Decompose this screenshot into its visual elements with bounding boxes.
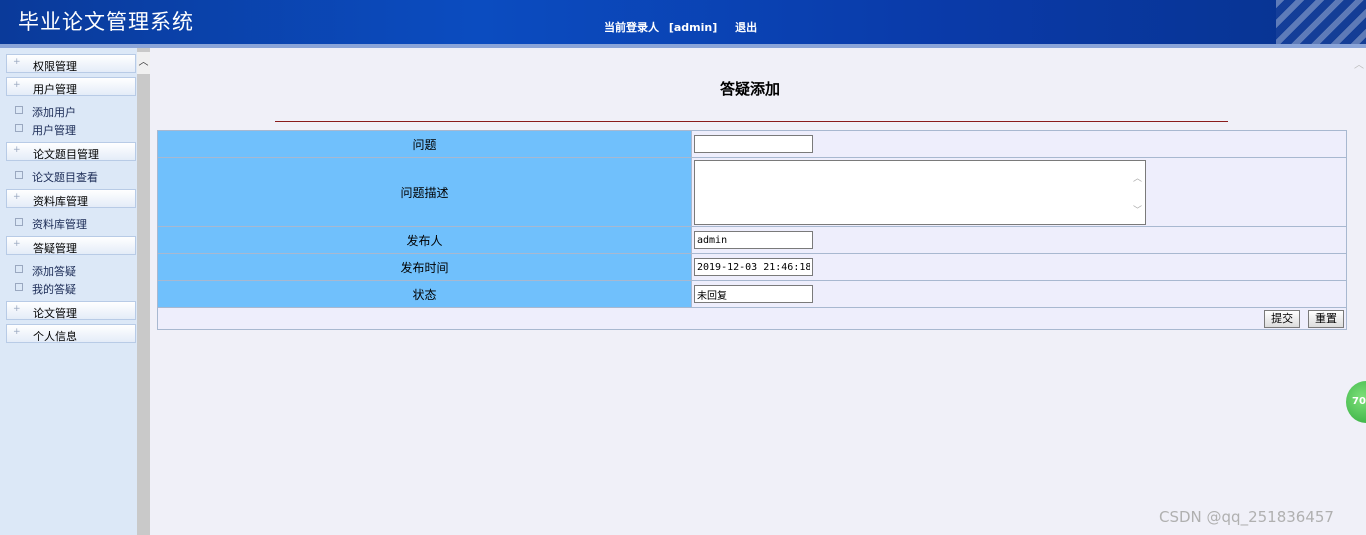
question-input[interactable] <box>694 135 813 153</box>
submit-button[interactable]: 提交 <box>1264 309 1301 328</box>
main-content: 答疑添加 问题 问题描述 ︿ ﹀ 发布人 admin 发布时间 2019-12-… <box>150 48 1366 535</box>
watermark: CSDN @qq_251836457 <box>1159 508 1334 526</box>
item-bullet-icon <box>15 106 23 114</box>
scroll-up-icon[interactable]: ︿ <box>1354 56 1364 71</box>
publisher-input[interactable] <box>694 231 813 249</box>
submenu-qa: 添加答疑 我的答疑 <box>6 259 136 301</box>
menu-item-label: 我的答疑 <box>32 283 76 296</box>
sidebar-scrollbar[interactable]: ︿ <box>137 48 150 535</box>
current-user-name: [admin] <box>668 21 718 34</box>
menu-group-label: 权限管理 <box>33 60 77 73</box>
menu-item-label: 添加答疑 <box>32 265 76 278</box>
submenu-thesis-topics: 论文题目查看 <box>6 165 136 189</box>
logout-link[interactable]: 退出 <box>735 21 757 34</box>
expand-icon: + <box>13 192 21 202</box>
sidebar-menu: + 权限管理 + 用户管理 添加用户 用户管理 + 论文题目管理 论文题目查看 <box>6 54 136 347</box>
item-bullet-icon <box>15 218 23 226</box>
menu-group-library[interactable]: + 资料库管理 <box>6 189 136 208</box>
menu-group-qa[interactable]: + 答疑管理 <box>6 236 136 255</box>
scroll-up-icon[interactable]: ︿ <box>1133 171 1142 184</box>
menu-item-library-management[interactable]: 资料库管理 <box>6 214 136 232</box>
app-header: 毕业论文管理系统 当前登录人 [admin] 退出 <box>0 0 1366 44</box>
form-row-description: 问题描述 ︿ ﹀ <box>157 157 1347 227</box>
form-row-publish-time: 发布时间 <box>157 253 1347 281</box>
menu-group-label: 资料库管理 <box>33 195 88 208</box>
menu-group-label: 用户管理 <box>33 83 77 96</box>
submenu-users: 添加用户 用户管理 <box>6 100 136 142</box>
header-decoration <box>1276 0 1366 44</box>
menu-item-user-management[interactable]: 用户管理 <box>6 120 136 138</box>
menu-item-label: 资料库管理 <box>32 218 87 231</box>
textarea-scrollbar[interactable]: ︿ ﹀ <box>1131 161 1145 224</box>
menu-group-label: 论文管理 <box>33 307 77 320</box>
description-textarea[interactable]: ︿ ﹀ <box>694 159 1146 225</box>
form-row-status: 状态 <box>157 280 1347 308</box>
menu-group-permissions[interactable]: + 权限管理 <box>6 54 136 73</box>
field-label-description: 问题描述 <box>157 157 692 227</box>
menu-group-thesis[interactable]: + 论文管理 <box>6 301 136 320</box>
reset-button[interactable]: 重置 <box>1308 309 1344 328</box>
current-user-label: 当前登录人 <box>604 21 659 34</box>
menu-group-thesis-topics[interactable]: + 论文题目管理 <box>6 142 136 161</box>
field-label-question: 问题 <box>157 130 692 158</box>
item-bullet-icon <box>15 265 23 273</box>
menu-group-label: 答疑管理 <box>33 242 77 255</box>
status-input[interactable] <box>694 285 813 303</box>
sidebar: + 权限管理 + 用户管理 添加用户 用户管理 + 论文题目管理 论文题目查看 <box>0 48 150 535</box>
item-bullet-icon <box>15 283 23 291</box>
page-scrollbar[interactable]: ︿ <box>1352 48 1366 535</box>
menu-item-label: 用户管理 <box>32 124 76 137</box>
expand-icon: + <box>13 145 21 155</box>
field-value-publisher <box>691 226 1347 254</box>
menu-item-topic-view[interactable]: 论文题目查看 <box>6 167 136 185</box>
expand-icon: + <box>13 304 21 314</box>
menu-group-label: 个人信息 <box>33 330 77 343</box>
expand-icon: + <box>13 239 21 249</box>
qa-form: 问题 问题描述 ︿ ﹀ 发布人 发布时间 <box>157 130 1347 330</box>
form-row-publisher: 发布人 <box>157 226 1347 254</box>
field-label-publish-time: 发布时间 <box>157 253 692 281</box>
scroll-down-icon[interactable]: ﹀ <box>1133 203 1142 216</box>
field-value-publish-time <box>691 253 1347 281</box>
expand-icon: + <box>13 80 21 90</box>
menu-item-my-qa[interactable]: 我的答疑 <box>6 279 136 297</box>
menu-group-profile[interactable]: + 个人信息 <box>6 324 136 343</box>
expand-icon: + <box>13 327 21 337</box>
field-label-publisher: 发布人 <box>157 226 692 254</box>
form-actions-row: 提交 重置 <box>157 307 1347 330</box>
user-bar: 当前登录人 [admin] 退出 <box>604 19 757 35</box>
field-value-status <box>691 280 1347 308</box>
form-row-question: 问题 <box>157 130 1347 158</box>
page-title: 答疑添加 <box>719 80 780 98</box>
menu-item-label: 论文题目查看 <box>32 171 98 184</box>
item-bullet-icon <box>15 171 23 179</box>
field-value-description: ︿ ﹀ <box>691 157 1347 227</box>
expand-icon: + <box>13 57 21 67</box>
form-actions: 提交 重置 <box>157 307 1347 330</box>
scroll-up-icon[interactable]: ︿ <box>137 52 150 74</box>
menu-item-add-qa[interactable]: 添加答疑 <box>6 261 136 279</box>
submenu-library: 资料库管理 <box>6 212 136 236</box>
title-divider <box>275 121 1228 122</box>
publish-time-input[interactable] <box>694 258 813 276</box>
app-title: 毕业论文管理系统 <box>18 10 194 34</box>
field-value-question <box>691 130 1347 158</box>
field-label-status: 状态 <box>157 280 692 308</box>
menu-group-users[interactable]: + 用户管理 <box>6 77 136 96</box>
menu-item-label: 添加用户 <box>32 106 76 119</box>
item-bullet-icon <box>15 124 23 132</box>
menu-item-add-user[interactable]: 添加用户 <box>6 102 136 120</box>
menu-group-label: 论文题目管理 <box>33 148 99 161</box>
